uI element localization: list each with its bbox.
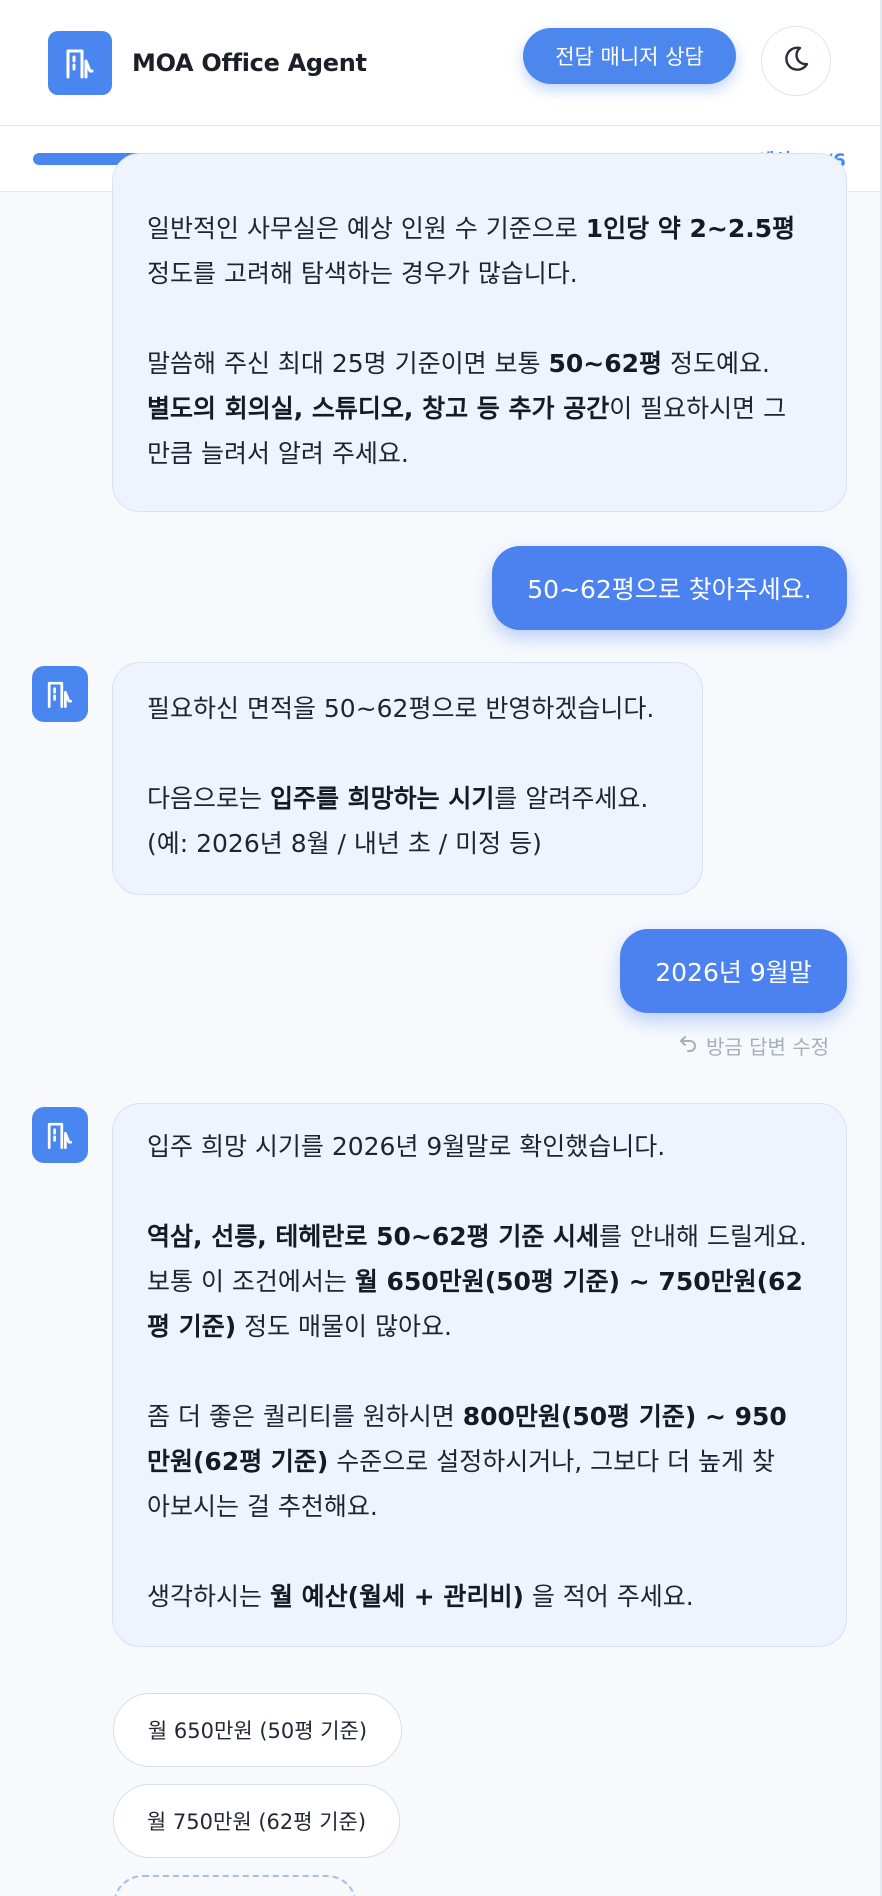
message-text: 보통 이 조건에서는 [147,1267,355,1296]
message-text: 입주 희망 시기를 2026년 9월말로 확인했습니다. [147,1132,666,1161]
message-bold: 월 650만원(50평 기준) ~ 750만원(62 [354,1267,803,1296]
manager-consult-button[interactable]: 전담 매니저 상담 [523,28,736,84]
message-text: 정도예요. [662,349,770,378]
bot-avatar [32,666,88,722]
message-bold: 만원(62평 기준) [147,1447,329,1476]
chat-app: MOA Office Agent 전담 매니저 상담 예산 · 4/6 일반적인… [0,0,882,1896]
message-text: 필요하신 면적을 50~62평으로 반영하겠습니다. [147,694,655,723]
theme-toggle-button[interactable] [761,26,831,96]
edit-answer-label: 방금 답변 수정 [706,1035,830,1059]
message-text: 를 알려주세요. [494,784,649,813]
message-text: 를 안내해 드릴게요. [599,1222,807,1251]
bot-message: 필요하신 면적을 50~62평으로 반영하겠습니다. 다음으로는 입주를 희망하… [112,662,703,895]
undo-icon [678,1033,698,1058]
brand-title: MOA Office Agent [132,48,367,77]
message-bold: 50~62평 [548,349,663,378]
message-text: 정도를 고려해 탐색하는 경우가 많습니다. [147,259,578,288]
message-bold: 평 기준) [147,1312,237,1341]
building-icon[interactable] [48,30,112,95]
quick-reply-chip[interactable]: 월 750만원 (62평 기준) [113,1784,400,1858]
message-text: 일반적인 사무실은 예상 인원 수 기준으로 [147,214,586,243]
moon-icon [781,44,811,78]
message-text: 아보시는 걸 추천해요. [147,1492,378,1521]
message-text: 만큼 늘려서 알려 주세요. [147,439,409,468]
app-header: MOA Office Agent 전담 매니저 상담 [0,0,880,126]
edit-answer-link[interactable]: 방금 답변 수정 [678,1031,829,1060]
message-bold: 월 예산(월세 + 관리비) [269,1582,524,1611]
message-bold: 800만원(50평 기준) ~ 950 [462,1402,787,1431]
building-icon [47,681,73,708]
message-text: 을 적어 주세요. [523,1582,694,1611]
message-bold: 역삼, 선릉, 테헤란로 50~62평 기준 시세 [147,1222,600,1251]
bot-message: 일반적인 사무실은 예상 인원 수 기준으로 1인당 약 2~2.5평 정도를 … [112,153,847,512]
user-message: 2026년 9월말 [620,929,847,1013]
message-text: (예: 2026년 8월 / 내년 초 / 미정 등) [147,829,542,858]
message-text: 수준으로 설정하시거나, 그보다 더 높게 찾 [328,1447,775,1476]
user-message: 50~62평으로 찾아주세요. [492,546,847,630]
message-text: 다음으로는 [147,784,270,813]
message-text: 정도 매물이 많아요. [236,1312,452,1341]
message-bold: 입주를 희망하는 시기 [269,784,495,813]
message-text: 이 필요하시면 그 [609,394,787,423]
message-text: 좀 더 좋은 퀄리티를 원하시면 [147,1402,463,1431]
message-text: 말씀해 주신 최대 25명 기준이면 보통 [147,349,549,378]
message-text: 생각하시는 [147,1582,270,1611]
message-bold: 별도의 회의실, 스튜디오, 창고 등 추가 공간 [147,394,610,423]
bot-avatar [32,1107,88,1163]
quick-reply-chip[interactable]: 월 650만원 (50평 기준) [113,1693,402,1767]
bot-message: 입주 희망 시기를 2026년 9월말로 확인했습니다. 역삼, 선릉, 테헤란… [112,1103,847,1647]
message-bold: 1인당 약 2~2.5평 [585,214,796,243]
building-icon [47,1122,73,1149]
custom-input-chip[interactable] [113,1875,357,1896]
chat-scroll-area[interactable]: 일반적인 사무실은 예상 인원 수 기준으로 1인당 약 2~2.5평 정도를 … [0,153,880,1896]
